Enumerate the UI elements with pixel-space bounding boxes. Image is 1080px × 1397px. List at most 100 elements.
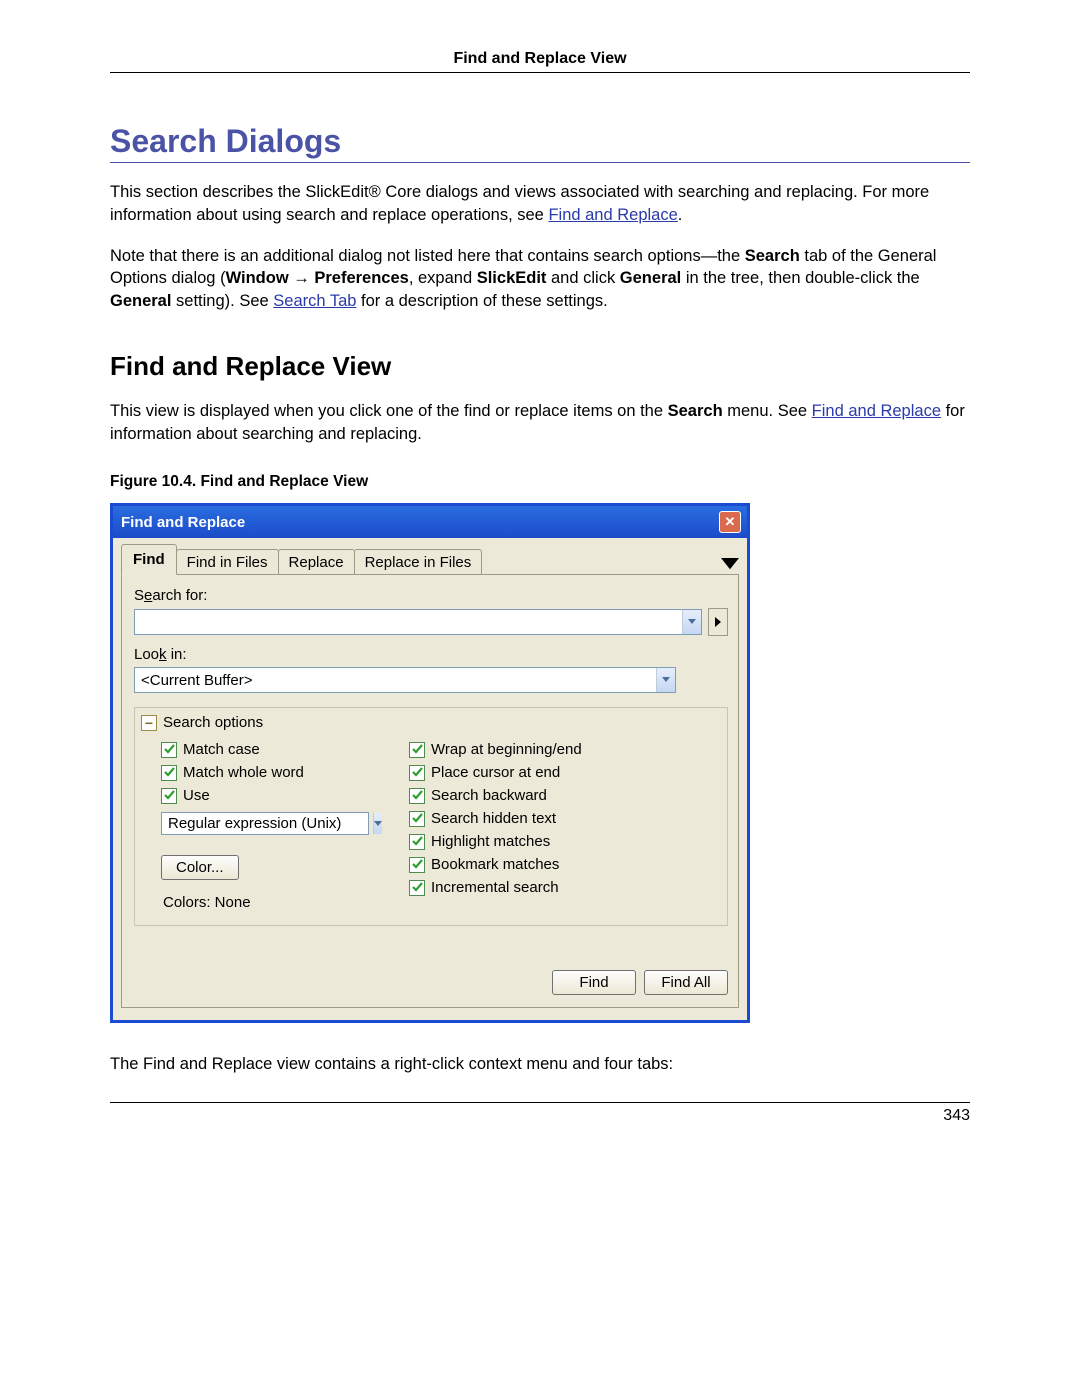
find-all-button[interactable]: Find All (644, 970, 728, 995)
colors-none-text: Colors: None (163, 894, 369, 911)
text: , expand (409, 269, 477, 287)
search-for-dropdown-button[interactable] (682, 610, 701, 634)
text-bold: Search (745, 247, 800, 265)
check-icon (164, 744, 175, 755)
collapse-icon[interactable]: − (141, 715, 157, 731)
section-heading: Search Dialogs (110, 123, 970, 163)
page-number: 343 (943, 1107, 970, 1124)
wrap-checkbox[interactable]: Wrap at beginning/end (409, 741, 582, 758)
check-icon (164, 790, 175, 801)
text-bold: SlickEdit (477, 269, 547, 287)
find-replace-dialog: Find and Replace ✕ Find Find in Files Re… (110, 503, 750, 1023)
title-bar[interactable]: Find and Replace ✕ (113, 506, 747, 538)
label-text: Match whole word (183, 764, 304, 781)
text: S (134, 587, 144, 604)
group-header[interactable]: − Search options (135, 708, 727, 737)
find-and-replace-link[interactable]: Find and Replace (548, 206, 677, 224)
group-title-text: Search options (163, 714, 263, 731)
text: Loo (134, 646, 159, 663)
label-text: Use (183, 787, 210, 804)
label-text: Bookmark matches (431, 856, 559, 873)
tab-find-in-files[interactable]: Find in Files (176, 549, 279, 576)
label-text: Incremental search (431, 879, 559, 896)
check-icon (412, 767, 423, 778)
text: This section describes the SlickEdit® Co… (110, 183, 929, 224)
dialog-body: Find Find in Files Replace Replace in Fi… (113, 538, 747, 1020)
match-case-checkbox[interactable]: Match case (161, 741, 369, 758)
options-left-column: Match case Match whole word Use (161, 741, 369, 911)
look-in-combo[interactable] (134, 667, 676, 693)
tab-replace-in-files[interactable]: Replace in Files (354, 549, 483, 576)
label-text: Wrap at beginning/end (431, 741, 582, 758)
text: → (289, 269, 315, 287)
text: and click (546, 269, 619, 287)
search-for-input[interactable] (135, 610, 682, 634)
find-and-replace-link-2[interactable]: Find and Replace (812, 402, 941, 420)
search-for-expand-button[interactable] (708, 608, 728, 636)
triangle-right-icon (715, 617, 721, 627)
page-footer: 343 (110, 1102, 970, 1125)
intro-paragraph-2: Note that there is an additional dialog … (110, 245, 970, 313)
close-button[interactable]: ✕ (719, 511, 741, 533)
bookmark-matches-checkbox[interactable]: Bookmark matches (409, 856, 582, 873)
find-button[interactable]: Find (552, 970, 636, 995)
label-text: Highlight matches (431, 833, 550, 850)
tab-find[interactable]: Find (121, 544, 177, 575)
text-bold: Window (226, 269, 289, 287)
close-icon: ✕ (725, 514, 736, 530)
text-bold: Search (668, 402, 723, 420)
color-button[interactable]: Color... (161, 855, 239, 880)
regex-type-input[interactable] (162, 813, 373, 834)
chevron-down-icon[interactable] (721, 557, 739, 571)
label-text: Search backward (431, 787, 547, 804)
label-text: Match case (183, 741, 260, 758)
text: menu. See (723, 402, 812, 420)
tab-replace[interactable]: Replace (278, 549, 355, 576)
text: arch for: (152, 587, 207, 604)
text: for a description of these settings. (356, 292, 607, 310)
action-row: Find Find All (134, 970, 728, 995)
search-backward-checkbox[interactable]: Search backward (409, 787, 582, 804)
intro-paragraph-1: This section describes the SlickEdit® Co… (110, 181, 970, 227)
text: Note that there is an additional dialog … (110, 247, 745, 265)
chevron-down-icon (662, 677, 670, 683)
check-icon (412, 859, 423, 870)
check-icon (412, 744, 423, 755)
text-bold: Preferences (314, 269, 408, 287)
check-icon (164, 767, 175, 778)
text: k (159, 646, 167, 663)
trailing-paragraph: The Find and Replace view contains a rig… (110, 1053, 970, 1076)
regex-type-combo[interactable] (161, 812, 369, 835)
subsection-heading: Find and Replace View (110, 351, 970, 382)
options-right-column: Wrap at beginning/end Place cursor at en… (409, 741, 582, 911)
highlight-matches-checkbox[interactable]: Highlight matches (409, 833, 582, 850)
look-in-dropdown-button[interactable] (656, 668, 675, 692)
match-whole-word-checkbox[interactable]: Match whole word (161, 764, 369, 781)
regex-type-dropdown-button[interactable] (373, 813, 382, 834)
intro-paragraph-3: This view is displayed when you click on… (110, 400, 970, 446)
text: . (678, 206, 683, 224)
check-icon (412, 836, 423, 847)
find-tab-panel: Search for: Look in: (121, 574, 739, 1008)
label-text: Search hidden text (431, 810, 556, 827)
search-tab-link[interactable]: Search Tab (273, 292, 356, 310)
tab-bar: Find Find in Files Replace Replace in Fi… (121, 544, 481, 575)
search-for-combo[interactable] (134, 609, 702, 635)
text-bold: General (620, 269, 681, 287)
check-icon (412, 790, 423, 801)
search-for-label: Search for: (134, 587, 728, 604)
search-hidden-text-checkbox[interactable]: Search hidden text (409, 810, 582, 827)
chevron-down-icon (688, 619, 696, 625)
place-cursor-end-checkbox[interactable]: Place cursor at end (409, 764, 582, 781)
use-checkbox[interactable]: Use (161, 787, 369, 804)
text: in the tree, then double-click the (681, 269, 919, 287)
look-in-label: Look in: (134, 646, 728, 663)
check-icon (412, 813, 423, 824)
incremental-search-checkbox[interactable]: Incremental search (409, 879, 582, 896)
search-options-group: − Search options Match case Match whole … (134, 707, 728, 926)
check-icon (412, 882, 423, 893)
label-text: Place cursor at end (431, 764, 560, 781)
look-in-input[interactable] (135, 668, 656, 692)
text-bold: General (110, 292, 171, 310)
text: setting). See (171, 292, 273, 310)
